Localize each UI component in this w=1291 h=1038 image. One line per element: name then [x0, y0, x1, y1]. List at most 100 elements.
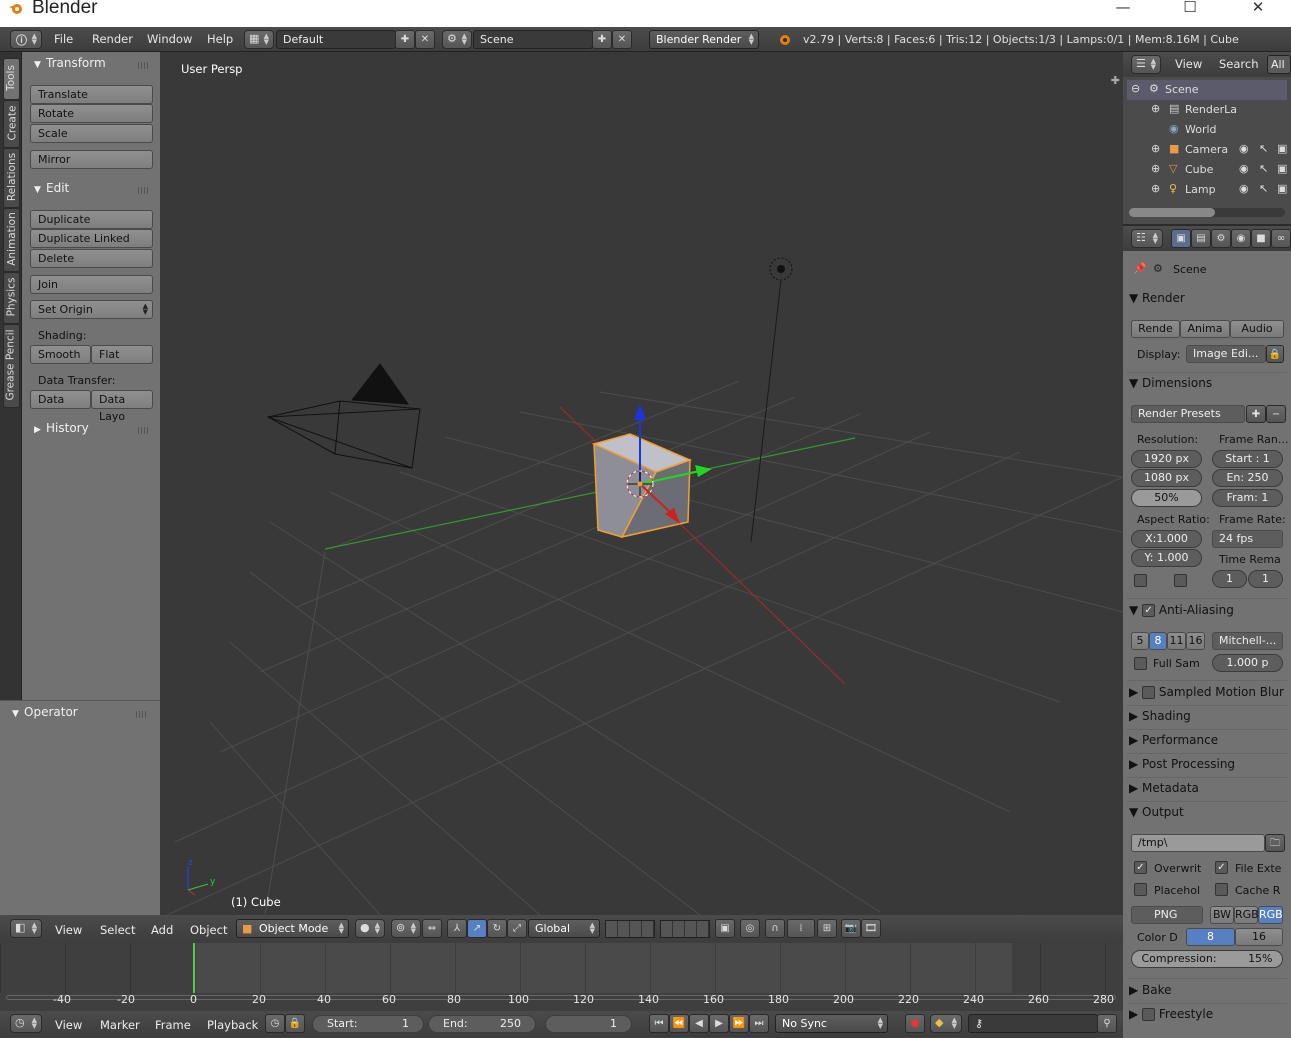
keying-set-select[interactable]: ◆ ▲ ▼ — [930, 1014, 962, 1033]
minimize-button[interactable]: — — [1103, 0, 1143, 20]
folder-icon[interactable]: 🗀 — [1265, 834, 1285, 852]
render-context-icon[interactable]: ▣ — [1171, 229, 1191, 248]
active-keying-set-field[interactable]: ⚷ — [968, 1014, 1098, 1033]
color-depth-8[interactable]: 8 — [1186, 928, 1235, 946]
render-audio-button[interactable]: Audio — [1230, 320, 1284, 338]
outliner-row-renderlayers[interactable]: ⊕ ▤ RenderLa — [1127, 100, 1287, 120]
outliner-editor-type-button[interactable]: ☰ ▲ ▼ — [1131, 55, 1161, 74]
full-sample-checkbox[interactable] — [1134, 657, 1147, 670]
view3d-menu-add[interactable]: Add — [151, 923, 173, 937]
resolution-percentage-field[interactable]: 50% — [1131, 489, 1202, 507]
resolution-x-field[interactable]: 1920 px — [1131, 450, 1202, 468]
expand-icon[interactable]: ⊕ — [1151, 102, 1160, 115]
eye-icon[interactable]: ◉ — [1239, 142, 1249, 155]
performance-panel-header[interactable]: ▶ Performance — [1129, 733, 1218, 747]
color-depth-16[interactable]: 16 — [1235, 928, 1283, 946]
opengl-render-icon[interactable]: 📷 — [841, 919, 861, 938]
manipulator-toggle-icon[interactable]: ⅄ — [447, 919, 467, 938]
output-panel-header[interactable]: ▼ Output — [1129, 805, 1184, 819]
end-frame-field[interactable]: End: 250 — [428, 1015, 536, 1033]
view3d-menu-select[interactable]: Select — [100, 923, 135, 937]
tab-relations[interactable]: Relations — [3, 148, 20, 208]
manipulate-center-icon[interactable]: ⇔ — [422, 919, 442, 938]
timeline-menu-view[interactable]: View — [55, 1018, 82, 1032]
render-engine-select[interactable]: Blender Render ▲ ▼ — [649, 30, 759, 49]
auto-keying-icon[interactable]: ● — [905, 1014, 925, 1033]
jump-start-icon[interactable]: ⏮ — [649, 1014, 669, 1033]
duplicate-linked-button[interactable]: Duplicate Linked — [30, 229, 153, 248]
view3d-menu-view[interactable]: View — [55, 923, 82, 937]
start-frame-field[interactable]: Start: 1 — [312, 1015, 424, 1033]
render-icon[interactable]: ▣ — [1277, 162, 1287, 175]
outliner-row-world[interactable]: ◉ World — [1127, 120, 1287, 140]
translate-manipulator-icon[interactable]: ↗ — [467, 919, 487, 938]
crop-checkbox[interactable] — [1174, 574, 1187, 587]
overwrite-checkbox[interactable]: ✓ — [1134, 861, 1147, 874]
timeline-ruler[interactable]: -40 -20 0 20 40 60 80 100 120 140 160 18… — [0, 993, 1123, 1011]
render-animation-button[interactable]: Anima — [1180, 320, 1230, 338]
lock-icon[interactable]: 🔒 — [1266, 345, 1284, 363]
remove-screen-icon[interactable]: ✕ — [415, 30, 435, 49]
tab-animation[interactable]: Animation — [3, 208, 20, 272]
timeline-editor[interactable]: -40 -20 0 20 40 60 80 100 120 140 160 18… — [0, 943, 1123, 1011]
cursor-icon[interactable]: ↖ — [1259, 162, 1268, 175]
post-processing-panel-header[interactable]: ▶ Post Processing — [1129, 757, 1235, 771]
outliner-row-lamp[interactable]: ⊕ ♀ Lamp ◉ ↖ ▣ — [1127, 180, 1287, 200]
smooth-button[interactable]: Smooth — [30, 345, 91, 364]
scene-layers-group-1[interactable] — [605, 920, 655, 938]
frame-end-field[interactable]: En: 250 — [1212, 469, 1283, 487]
dimensions-panel-header[interactable]: ▼ Dimensions — [1129, 376, 1212, 390]
scene-context-icon[interactable]: ⚙ — [1211, 229, 1231, 248]
duplicate-button[interactable]: Duplicate — [30, 210, 153, 229]
output-path-field[interactable]: /tmp\ — [1131, 834, 1265, 852]
opengl-animation-icon[interactable]: 🎞 — [861, 919, 881, 938]
panel-transform-header[interactable]: ▼ Transform — [34, 56, 158, 76]
freestyle-panel-header[interactable]: ▶ Freestyle — [1129, 1007, 1213, 1021]
eye-icon[interactable]: ◉ — [1239, 162, 1249, 175]
maximize-button[interactable]: ☐ — [1170, 0, 1210, 20]
file-format-select[interactable]: PNG — [1131, 906, 1203, 924]
expand-icon[interactable]: ⊕ — [1151, 142, 1160, 155]
viewport-shading-select[interactable]: ● ▲ ▼ — [355, 919, 385, 938]
anti-aliasing-panel-header[interactable]: ▼ ✓ Anti-Aliasing — [1129, 603, 1234, 617]
bake-panel-header[interactable]: ▶ Bake — [1129, 983, 1172, 997]
scale-button[interactable]: Scale — [30, 124, 153, 143]
play-icon[interactable]: ▶ — [709, 1014, 729, 1033]
pivot-point-select[interactable]: ⊚ ▲ ▼ — [391, 919, 421, 938]
pin-icon[interactable]: 📌 — [1133, 262, 1147, 275]
lamp-object[interactable] — [750, 257, 793, 543]
cache-result-checkbox[interactable] — [1215, 883, 1228, 896]
menu-window[interactable]: Window — [147, 32, 192, 46]
tab-grease-pencil[interactable]: Grease Pencil — [3, 324, 20, 408]
time-remap-new-field[interactable]: 1 — [1248, 570, 1283, 588]
transform-orientation-select[interactable]: Global ▲ ▼ — [528, 919, 600, 938]
outliner-menu-search[interactable]: Search — [1219, 57, 1259, 71]
color-mode-rgb[interactable]: RGB — [1234, 906, 1259, 924]
lock-range-icon[interactable]: 🔒 — [285, 1014, 305, 1033]
panel-history-header[interactable]: ▶ History — [34, 421, 158, 441]
screen-layout-icon-button[interactable]: ▦ ▲ ▼ — [244, 30, 274, 49]
editor-type-info-button[interactable]: ⓘ ▲ ▼ — [10, 30, 42, 49]
sync-mode-select[interactable]: No Sync ▲ ▼ — [775, 1014, 888, 1033]
next-keyframe-icon[interactable]: ⏩ — [729, 1014, 749, 1033]
remove-preset-icon[interactable]: − — [1266, 405, 1286, 423]
render-icon[interactable]: ▣ — [1277, 142, 1287, 155]
panel-operator-header[interactable]: ▼ Operator — [12, 705, 156, 725]
current-frame-field[interactable]: 1 — [545, 1015, 632, 1033]
border-checkbox[interactable] — [1134, 574, 1147, 587]
freestyle-checkbox[interactable] — [1142, 1008, 1156, 1021]
insert-keyframe-icon[interactable]: ⚲ — [1097, 1014, 1117, 1033]
outliner-row-cube[interactable]: ⊕ ▽ Cube ◉ ↖ ▣ — [1127, 160, 1287, 180]
menu-file[interactable]: File — [54, 32, 73, 46]
frame-step-field[interactable]: Fram: 1 — [1212, 489, 1283, 507]
motion-blur-panel-header[interactable]: ▶ Sampled Motion Blur — [1129, 685, 1284, 699]
anti-aliasing-checkbox[interactable]: ✓ — [1142, 604, 1156, 617]
close-button[interactable]: ✕ — [1238, 0, 1278, 20]
metadata-panel-header[interactable]: ▶ Metadata — [1129, 781, 1199, 795]
aspect-x-field[interactable]: X:1.000 — [1131, 530, 1202, 548]
snap-element-select[interactable]: ⁞ — [787, 919, 815, 938]
preview-range-icon[interactable]: ◷ — [265, 1014, 285, 1033]
rotate-manipulator-icon[interactable]: ↻ — [487, 919, 507, 938]
interaction-mode-select[interactable]: ■ Object Mode ▲ ▼ — [236, 919, 349, 938]
data-layout-button[interactable]: Data Layo — [91, 390, 153, 423]
